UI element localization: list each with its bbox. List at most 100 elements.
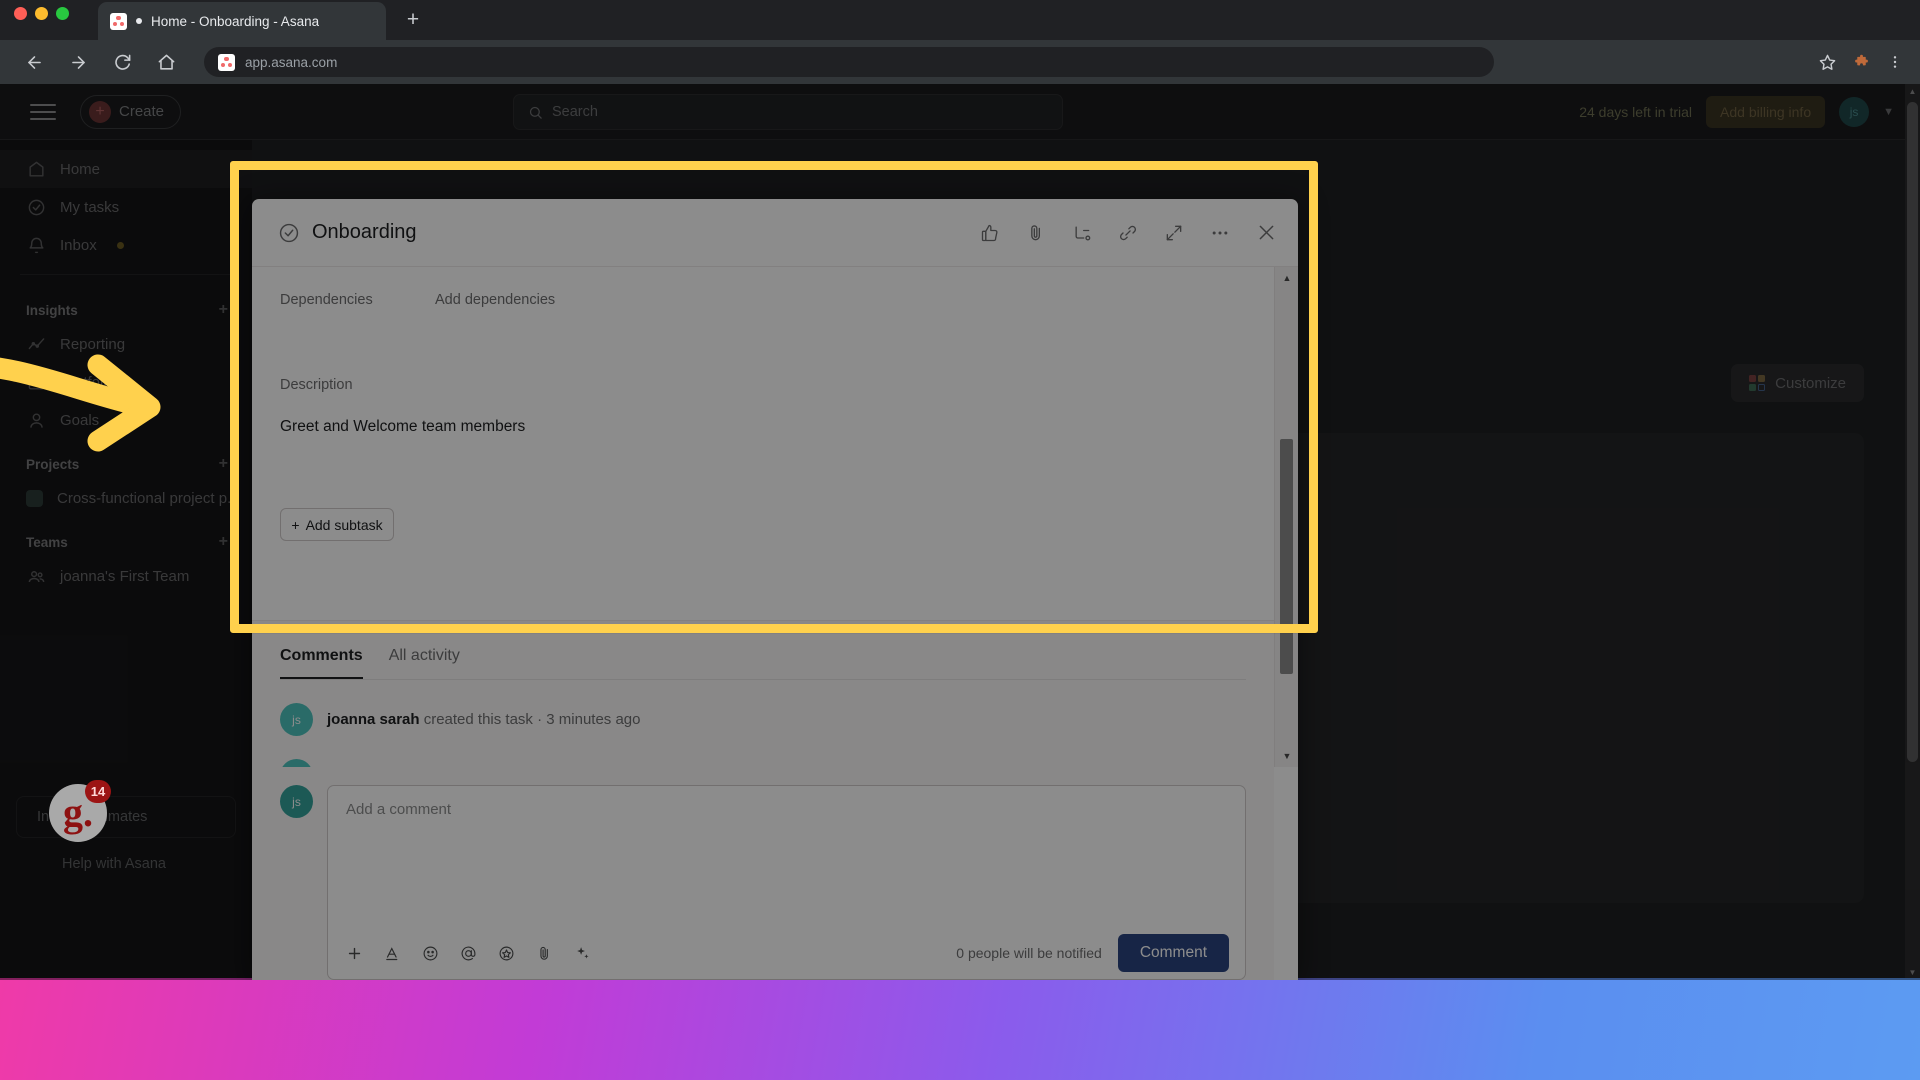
chevron-down-icon[interactable]: ▼ [1883,106,1894,118]
help-widget-button[interactable]: g. 14 [49,780,111,842]
window-traffic-lights [14,7,69,20]
maximize-window-button[interactable] [56,7,69,20]
sidebar-bottom: Invite teammates Help with Asana [0,796,252,872]
create-button[interactable]: + Create [80,94,182,129]
sidebar-item-label: My tasks [60,198,120,216]
omnibox-site-icon [218,53,235,71]
sidebar-item-home[interactable]: Home [0,150,252,188]
reload-icon[interactable] [106,46,138,78]
comment-submit-button[interactable]: Comment [1117,934,1229,972]
team-icon [26,566,46,586]
search-placeholder: Search [552,104,598,120]
browser-toolbar: app.asana.com [0,40,1920,84]
avatar[interactable]: js [280,703,313,736]
activity-item: js joanna sarah · Just now [280,736,1246,767]
puzzle-icon[interactable] [1846,47,1876,77]
hamburger-icon[interactable] [30,99,56,125]
help-with-asana-link[interactable]: Help with Asana [0,838,252,872]
teams-header-label: Teams [26,534,68,550]
asana-favicon [110,12,127,30]
trial-status-text: 24 days left in trial [1579,103,1693,120]
activity-item: js joanna sarah created this task · 3 mi… [280,680,1246,736]
forward-arrow-icon[interactable] [62,46,94,78]
scroll-up-arrow-icon[interactable]: ▲ [1905,84,1920,99]
sidebar-item-inbox[interactable]: Inbox [0,226,252,264]
asana-topbar: + Create Search 24 days left in trial Ad… [0,84,1920,140]
kebab-menu-icon[interactable] [1880,47,1910,77]
ai-sparkles-icon[interactable] [572,943,592,963]
sticker-icon[interactable] [496,943,516,963]
sidebar-section-teams: Teams + [0,517,252,557]
search-input[interactable]: Search [513,94,1063,130]
activity-actor: joanna sarah [327,711,420,728]
tab-comments[interactable]: Comments [280,647,363,679]
avatar: js [280,785,313,818]
sidebar-item-label: joanna's First Team [60,567,190,585]
sidebar-item-joannas-first-team[interactable]: joanna's First Team › [0,557,252,595]
minimize-window-button[interactable] [35,7,48,20]
customize-button[interactable]: Customize [1731,364,1864,402]
home-icon[interactable] [150,46,182,78]
plus-icon: + [89,100,111,123]
sidebar-item-my-tasks[interactable]: My tasks [0,188,252,226]
comment-placeholder: Add a comment [346,801,452,818]
customize-label: Customize [1775,374,1846,392]
insights-header-label: Insights [26,302,78,318]
browser-tab[interactable]: Home - Onboarding - Asana [98,2,386,40]
notify-count-text: 0 people will be notified [956,945,1102,961]
highlight-rectangle-annotation [230,161,1318,633]
close-window-button[interactable] [14,7,27,20]
page-scrollbar[interactable]: ▲ ▼ [1905,84,1920,980]
comment-input[interactable]: Add a comment 0 people will be notified … [327,785,1246,980]
add-insight-button[interactable]: + [219,301,228,319]
toolbar-right-icons [1812,47,1920,77]
notification-badge: 14 [85,780,111,803]
activity-detail: created this task · 3 minutes ago [419,711,641,728]
asana-sidebar: Home My tasks Inbox Insights + Reporting… [0,140,252,980]
sidebar-item-label: Inbox [60,236,97,254]
tab-unsaved-dot [136,18,142,24]
avatar[interactable]: js [280,759,313,767]
avatar[interactable]: js [1839,96,1870,127]
new-tab-button[interactable]: + [400,8,426,34]
comment-composer: js Add a comment 0 people will be notifi… [252,767,1274,980]
projects-header-label: Projects [26,456,80,472]
desktop-gradient-bar [0,978,1920,1080]
home-icon [26,159,46,179]
mention-icon[interactable] [458,943,478,963]
url-text: app.asana.com [245,54,338,70]
sidebar-section-insights: Insights + [0,285,252,325]
sidebar-item-label: Cross-functional project p... [57,489,240,507]
text-format-icon[interactable] [382,943,402,963]
browser-tab-strip: Home - Onboarding - Asana + [0,0,1920,40]
bell-icon [26,235,46,255]
create-label: Create [119,103,165,120]
search-icon [529,106,542,119]
add-project-button[interactable]: + [219,455,228,473]
address-bar[interactable]: app.asana.com [204,47,1494,77]
tab-title: Home - Onboarding - Asana [151,13,320,29]
sidebar-item-label: Home [60,160,101,178]
page-scrollbar-thumb[interactable] [1907,102,1918,762]
activity-text: joanna sarah created this task · 3 minut… [327,711,641,728]
emoji-icon[interactable] [420,943,440,963]
activity-panel: Comments All activity js joanna sarah cr… [252,620,1274,767]
composer-right: 0 people will be notified Comment [956,934,1229,972]
sidebar-item-cross-functional-project[interactable]: Cross-functional project p... [0,479,252,517]
composer-toolbar: 0 people will be notified Comment [328,927,1245,979]
star-icon[interactable] [1812,47,1842,77]
grid-icon [1749,375,1766,391]
check-circle-icon [26,197,46,217]
right-arrow-annotation [0,354,161,452]
add-team-button[interactable]: + [219,533,228,551]
add-billing-info-button[interactable]: Add billing info [1706,95,1826,128]
tab-all-activity[interactable]: All activity [389,647,460,679]
inbox-unread-dot [116,241,124,249]
sidebar-divider [20,274,232,275]
back-arrow-icon[interactable] [18,46,50,78]
topbar-right: 24 days left in trial Add billing info j… [1579,95,1920,128]
plus-icon[interactable] [344,943,364,963]
scroll-down-arrow-icon[interactable]: ▼ [1275,745,1298,767]
project-swatch-icon [26,489,43,507]
attachment-icon[interactable] [534,943,554,963]
